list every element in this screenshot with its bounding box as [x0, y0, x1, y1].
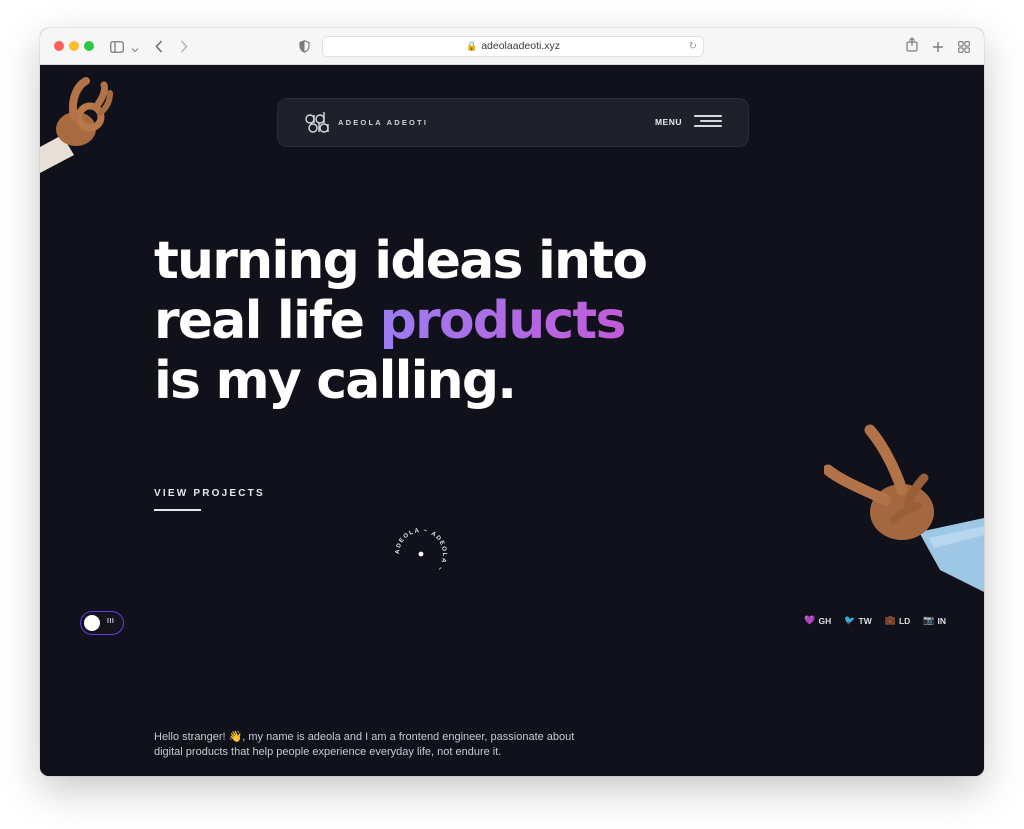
social-link-twitter[interactable]: 🐦 TW: [844, 616, 871, 626]
rotating-name-badge: ADEOLA ~ ADEOLA ~: [395, 528, 447, 572]
tab-overview-icon[interactable]: [958, 38, 970, 57]
close-window-button[interactable]: [54, 41, 64, 51]
address-bar[interactable]: 🔒 adeolaadeoti.xyz ↻: [322, 36, 704, 57]
headline-line-3: is my calling.: [154, 351, 517, 411]
ok-hand-illustration: [40, 77, 113, 173]
url-text: adeolaadeoti.xyz: [481, 40, 561, 52]
toggle-knob: [84, 615, 100, 631]
github-icon: 💜: [804, 616, 816, 626]
instagram-icon: 📷: [923, 616, 935, 626]
new-tab-icon[interactable]: [932, 38, 944, 57]
sidebar-icon[interactable]: [110, 38, 124, 57]
toggle-bars-label: III: [107, 618, 115, 625]
twitter-icon: 🐦: [844, 616, 856, 626]
maximize-window-button[interactable]: [84, 41, 94, 51]
shield-icon[interactable]: [299, 38, 310, 57]
top-navbar: ADEOLA ADEOTI MENU: [277, 98, 749, 147]
social-label: IN: [937, 616, 947, 626]
social-label: GH: [818, 616, 832, 626]
intro-paragraph: Hello stranger! 👋, my name is adeola and…: [154, 731, 575, 758]
headline-accent-word: products: [379, 291, 627, 351]
social-link-github[interactable]: 💜 GH: [804, 616, 831, 626]
svg-text:ADEOLA ~ ADEOLA ~: ADEOLA ~ ADEOLA ~: [395, 528, 447, 572]
back-icon[interactable]: [155, 38, 163, 57]
share-icon[interactable]: [906, 37, 918, 56]
linkedin-icon: 💼: [884, 616, 896, 626]
social-link-instagram[interactable]: 📷 IN: [923, 616, 946, 626]
hamburger-icon[interactable]: [694, 115, 722, 129]
social-label: TW: [858, 616, 872, 626]
view-projects-link[interactable]: VIEW PROJECTS: [154, 488, 265, 499]
logo-icon[interactable]: [304, 112, 330, 134]
badge-text: ADEOLA ~ ADEOLA ~: [395, 528, 446, 572]
social-link-linkedin[interactable]: 💼 LD: [885, 616, 911, 626]
social-label: LD: [898, 616, 911, 626]
lock-icon: 🔒: [465, 42, 478, 52]
headline-line-2: real life: [154, 291, 380, 351]
hero-headline: turning ideas into real life products is…: [154, 231, 648, 411]
badge-center-dot: [418, 551, 424, 557]
menu-button[interactable]: MENU: [655, 117, 682, 127]
reload-icon[interactable]: ↻: [689, 37, 697, 56]
cta-underline: [154, 509, 201, 511]
headline-line-1: turning ideas into: [154, 231, 648, 291]
forward-icon[interactable]: [180, 38, 188, 57]
brand-name[interactable]: ADEOLA ADEOTI: [338, 118, 428, 127]
chevron-down-icon[interactable]: [131, 39, 139, 58]
minimize-window-button[interactable]: [69, 41, 79, 51]
social-links: 💜 GH 🐦 TW 💼 LD 📷 IN: [804, 616, 946, 626]
theme-toggle[interactable]: III: [80, 611, 124, 635]
browser-toolbar: 🔒 adeolaadeoti.xyz ↻: [40, 28, 984, 65]
browser-window: 🔒 adeolaadeoti.xyz ↻ ADEOLA ADEOTI MENU …: [40, 28, 984, 776]
rock-hand-illustration: [824, 424, 984, 592]
portfolio-page: ADEOLA ADEOTI MENU turning ideas into re…: [40, 65, 984, 776]
